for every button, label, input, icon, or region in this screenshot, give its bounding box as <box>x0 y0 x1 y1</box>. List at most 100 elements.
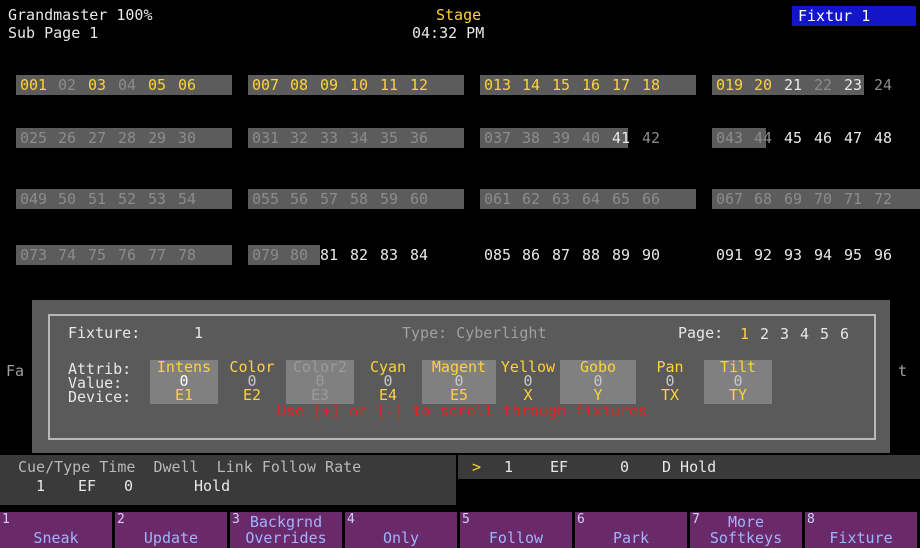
channel-025[interactable]: 025 <box>20 128 47 148</box>
softkey-only[interactable]: 4 Only <box>345 512 457 548</box>
channel-20[interactable]: 20 <box>754 75 772 95</box>
channel-39[interactable]: 39 <box>552 128 570 148</box>
channel-53[interactable]: 53 <box>148 189 166 209</box>
channel-50[interactable]: 50 <box>58 189 76 209</box>
channel-72[interactable]: 72 <box>874 189 892 209</box>
channel-89[interactable]: 89 <box>612 245 630 265</box>
attribute-cyan[interactable]: Cyan 0 E4 <box>354 360 422 404</box>
channel-091[interactable]: 091 <box>716 245 743 265</box>
channel-47[interactable]: 47 <box>844 128 862 148</box>
channel-29[interactable]: 29 <box>148 128 166 148</box>
channel-74[interactable]: 74 <box>58 245 76 265</box>
channel-62[interactable]: 62 <box>522 189 540 209</box>
channel-92[interactable]: 92 <box>754 245 772 265</box>
channel-81[interactable]: 81 <box>320 245 338 265</box>
channel-77[interactable]: 77 <box>148 245 166 265</box>
softkey-park[interactable]: 6 Park <box>575 512 687 548</box>
softkey-update[interactable]: 2 Update <box>115 512 227 548</box>
channel-86[interactable]: 86 <box>522 245 540 265</box>
channel-14[interactable]: 14 <box>522 75 540 95</box>
channel-043[interactable]: 043 <box>716 128 743 148</box>
attribute-gobo[interactable]: Gobo 0 Y <box>560 360 636 404</box>
softkey-fixture[interactable]: 8 Fixture <box>805 512 917 548</box>
channel-073[interactable]: 073 <box>20 245 47 265</box>
channel-93[interactable]: 93 <box>784 245 802 265</box>
attribute-color[interactable]: Color 0 E2 <box>218 360 286 404</box>
channel-061[interactable]: 061 <box>484 189 511 209</box>
channel-40[interactable]: 40 <box>582 128 600 148</box>
channel-68[interactable]: 68 <box>754 189 772 209</box>
softkey-sneak[interactable]: 1 Sneak <box>0 512 112 548</box>
channel-04[interactable]: 04 <box>118 75 136 95</box>
channel-09[interactable]: 09 <box>320 75 338 95</box>
channel-007[interactable]: 007 <box>252 75 279 95</box>
channel-63[interactable]: 63 <box>552 189 570 209</box>
channel-08[interactable]: 08 <box>290 75 308 95</box>
attribute-color2[interactable]: Color2 0 E3 <box>286 360 354 404</box>
channel-84[interactable]: 84 <box>410 245 428 265</box>
channel-24[interactable]: 24 <box>874 75 892 95</box>
attribute-yellow[interactable]: Yellow 0 X <box>496 360 560 404</box>
channel-27[interactable]: 27 <box>88 128 106 148</box>
channel-51[interactable]: 51 <box>88 189 106 209</box>
channel-66[interactable]: 66 <box>642 189 660 209</box>
softkey-overrides[interactable]: 3 Backgrnd Overrides <box>230 512 342 548</box>
channel-45[interactable]: 45 <box>784 128 802 148</box>
channel-049[interactable]: 049 <box>20 189 47 209</box>
channel-34[interactable]: 34 <box>350 128 368 148</box>
channel-10[interactable]: 10 <box>350 75 368 95</box>
channel-64[interactable]: 64 <box>582 189 600 209</box>
fixture-number[interactable]: 1 <box>194 324 203 342</box>
channel-001[interactable]: 001 <box>20 75 47 95</box>
channel-28[interactable]: 28 <box>118 128 136 148</box>
channel-03[interactable]: 03 <box>88 75 106 95</box>
page-1[interactable]: 1 <box>740 324 749 344</box>
channel-71[interactable]: 71 <box>844 189 862 209</box>
attribute-intens[interactable]: Intens 0 E1 <box>150 360 218 404</box>
channel-83[interactable]: 83 <box>380 245 398 265</box>
page-3[interactable]: 3 <box>780 324 789 344</box>
channel-59[interactable]: 59 <box>380 189 398 209</box>
channel-41[interactable]: 41 <box>612 128 630 148</box>
channel-17[interactable]: 17 <box>612 75 630 95</box>
page-2[interactable]: 2 <box>760 324 769 344</box>
channel-76[interactable]: 76 <box>118 245 136 265</box>
channel-70[interactable]: 70 <box>814 189 832 209</box>
page-4[interactable]: 4 <box>800 324 809 344</box>
channel-44[interactable]: 44 <box>754 128 772 148</box>
channel-30[interactable]: 30 <box>178 128 196 148</box>
channel-38[interactable]: 38 <box>522 128 540 148</box>
channel-95[interactable]: 95 <box>844 245 862 265</box>
channel-96[interactable]: 96 <box>874 245 892 265</box>
channel-78[interactable]: 78 <box>178 245 196 265</box>
channel-26[interactable]: 26 <box>58 128 76 148</box>
channel-82[interactable]: 82 <box>350 245 368 265</box>
channel-88[interactable]: 88 <box>582 245 600 265</box>
channel-16[interactable]: 16 <box>582 75 600 95</box>
channel-15[interactable]: 15 <box>552 75 570 95</box>
page-6[interactable]: 6 <box>840 324 849 344</box>
cue-number[interactable]: 1 <box>36 477 45 495</box>
channel-80[interactable]: 80 <box>290 245 308 265</box>
softkey-follow[interactable]: 5 Follow <box>460 512 572 548</box>
channel-58[interactable]: 58 <box>350 189 368 209</box>
channel-037[interactable]: 037 <box>484 128 511 148</box>
channel-57[interactable]: 57 <box>320 189 338 209</box>
channel-54[interactable]: 54 <box>178 189 196 209</box>
channel-90[interactable]: 90 <box>642 245 660 265</box>
attribute-magent[interactable]: Magent 0 E5 <box>422 360 496 404</box>
channel-18[interactable]: 18 <box>642 75 660 95</box>
channel-019[interactable]: 019 <box>716 75 743 95</box>
channel-079[interactable]: 079 <box>252 245 279 265</box>
channel-085[interactable]: 085 <box>484 245 511 265</box>
channel-94[interactable]: 94 <box>814 245 832 265</box>
channel-60[interactable]: 60 <box>410 189 428 209</box>
display-tag[interactable]: Fixtur 1 <box>792 6 916 26</box>
channel-52[interactable]: 52 <box>118 189 136 209</box>
channel-35[interactable]: 35 <box>380 128 398 148</box>
channel-65[interactable]: 65 <box>612 189 630 209</box>
channel-22[interactable]: 22 <box>814 75 832 95</box>
attribute-pan[interactable]: Pan 0 TX <box>636 360 704 404</box>
channel-06[interactable]: 06 <box>178 75 196 95</box>
channel-02[interactable]: 02 <box>58 75 76 95</box>
